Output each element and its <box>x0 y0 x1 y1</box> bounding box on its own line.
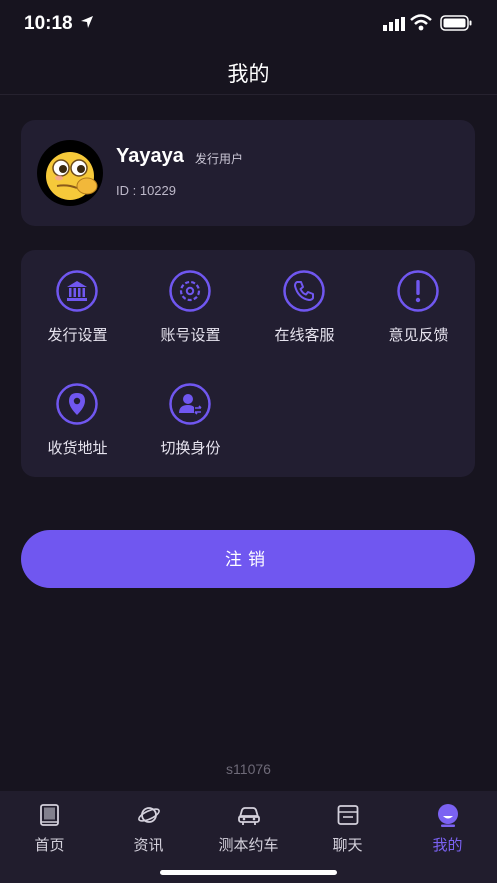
version-label: s11076 <box>226 761 271 777</box>
user-id: ID : 10229 <box>116 183 176 198</box>
user-name: Yayaya <box>116 145 184 167</box>
status-bar: 10:18 <box>0 0 497 50</box>
tab-home[interactable]: 首页 <box>0 791 99 861</box>
wifi-icon <box>410 14 432 31</box>
menu-item-label: 账号设置 <box>160 327 221 344</box>
chat-box-icon <box>337 805 359 825</box>
tab-label: 聊天 <box>332 837 363 854</box>
user-role-tag: 发行用户 <box>195 152 244 166</box>
gear-icon <box>169 270 211 312</box>
location-pin-icon <box>56 383 98 425</box>
profile-icon <box>438 804 458 827</box>
planet-icon <box>138 807 160 823</box>
menu-item-account-settings[interactable]: 账号设置 <box>134 250 247 344</box>
tab-book-car[interactable]: 测本约车 <box>199 791 298 861</box>
tab-label: 首页 <box>34 837 65 854</box>
home-indicator <box>160 870 337 875</box>
nav-bar: 我的 <box>0 50 497 95</box>
menu-item-label: 在线客服 <box>274 327 335 344</box>
exclamation-icon <box>397 270 439 312</box>
tab-label: 资讯 <box>133 837 164 854</box>
menu-item-shipping-address[interactable]: 收货地址 <box>21 363 134 457</box>
book-icon <box>40 804 59 826</box>
location-arrow-icon <box>81 16 93 28</box>
switch-user-icon <box>169 383 211 425</box>
tab-label: 测本约车 <box>218 837 279 854</box>
avatar[interactable] <box>37 140 103 206</box>
bank-icon <box>56 270 98 312</box>
menu-item-label: 收货地址 <box>47 440 108 457</box>
phone-icon <box>283 270 325 312</box>
menu-item-label: 意见反馈 <box>388 327 449 344</box>
menu-item-online-service[interactable]: 在线客服 <box>248 250 361 344</box>
profile-card[interactable]: Yayaya 发行用户 ID : 10229 <box>21 120 475 226</box>
status-time: 10:18 <box>24 13 73 34</box>
avatar-emoji-icon <box>46 152 98 200</box>
menu-item-issue-settings[interactable]: 发行设置 <box>21 250 134 344</box>
page-title: 我的 <box>227 63 270 86</box>
tab-label: 我的 <box>432 837 463 854</box>
menu-item-label: 切换身份 <box>160 440 221 457</box>
tab-news[interactable]: 资讯 <box>99 791 198 861</box>
menu-item-label: 发行设置 <box>47 327 108 344</box>
menu-card: 发行设置 账号设置 在线客服 意见反馈 收货地址 切换身份 <box>21 250 475 477</box>
cellular-signal-icon <box>383 17 405 31</box>
menu-item-feedback[interactable]: 意见反馈 <box>362 250 475 344</box>
tab-mine[interactable]: 我的 <box>398 791 497 861</box>
tab-chat[interactable]: 聊天 <box>298 791 397 861</box>
battery-icon <box>440 15 472 31</box>
menu-item-switch-identity[interactable]: 切换身份 <box>134 363 247 457</box>
logout-button[interactable]: 注销 <box>21 530 475 588</box>
car-icon <box>238 807 260 825</box>
